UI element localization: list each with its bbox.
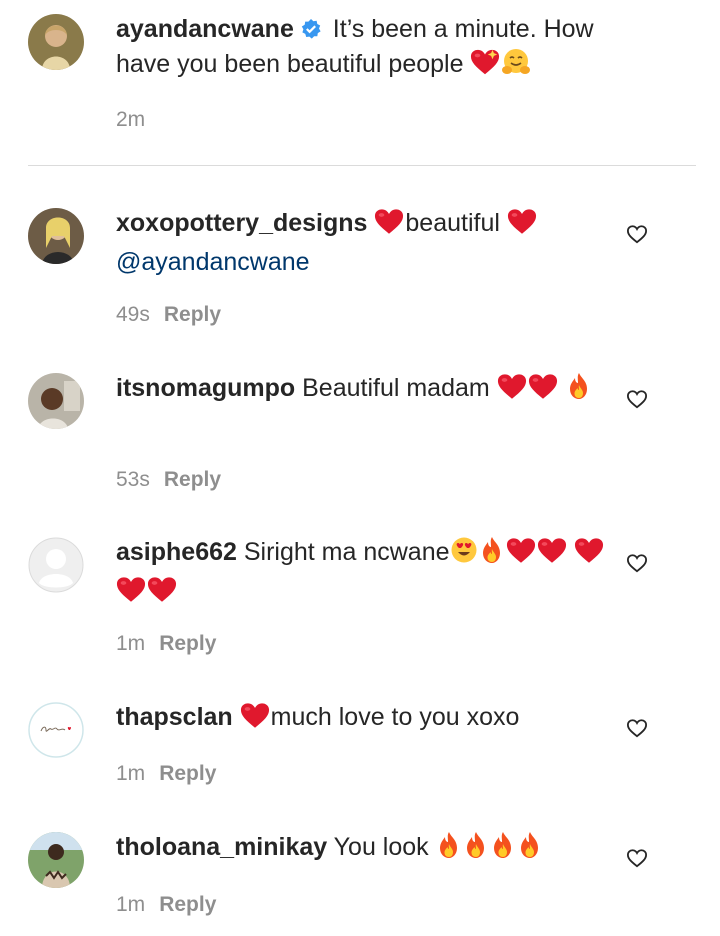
caption-meta: 2m: [116, 106, 145, 134]
default-avatar-icon: [28, 537, 84, 593]
avatar[interactable]: [28, 537, 84, 593]
comment-meta: 1m Reply: [116, 630, 216, 658]
avatar-image: [28, 208, 84, 264]
reply-button[interactable]: Reply: [164, 303, 221, 326]
caption-time: 2m: [116, 108, 146, 131]
mention-link[interactable]: @ayandancwane: [116, 248, 310, 276]
comment-body: Beautiful madam: [295, 374, 497, 402]
avatar-logo: [28, 702, 84, 758]
avatar-image: [28, 14, 84, 70]
comment-time: 1m: [116, 893, 146, 916]
comment-time: 1m: [116, 762, 146, 785]
fire-emoji: [436, 831, 462, 869]
caption-text: ayandancwane It’s been a minute. How hav…: [116, 12, 606, 86]
like-heart-outline-icon[interactable]: [626, 389, 648, 409]
red-heart-emoji: [506, 537, 536, 574]
comment-username[interactable]: itsnomagumpo: [116, 374, 295, 402]
like-heart-outline-icon[interactable]: [626, 718, 648, 738]
comment-username[interactable]: tholoana_minikay: [116, 833, 327, 861]
fire-emoji: [566, 372, 592, 410]
comment-username[interactable]: thapsclan: [116, 703, 233, 731]
red-heart-emoji: [240, 702, 270, 739]
comment-body: Siright ma ncwane: [236, 538, 450, 566]
comment-text: xoxopottery_designs beautiful @ayandancw…: [116, 206, 606, 280]
comment-username[interactable]: asiphe662: [116, 538, 237, 566]
comment-time: 1m: [116, 632, 146, 655]
caption-username[interactable]: ayandancwane: [116, 15, 294, 43]
red-heart-emoji: [497, 373, 527, 410]
fire-emoji: [517, 831, 543, 869]
avatar[interactable]: [28, 832, 84, 888]
comment-time: 53s: [116, 468, 150, 491]
red-heart-emoji: [507, 208, 537, 245]
reply-button[interactable]: Reply: [164, 468, 221, 491]
comment-text: itsnomagumpo Beautiful madam: [116, 371, 606, 410]
sparkling-heart-emoji: [470, 48, 500, 86]
comment-meta: 1m Reply: [116, 891, 216, 919]
red-heart-emoji: [116, 576, 146, 613]
avatar[interactable]: [28, 702, 84, 758]
comment-meta: 1m Reply: [116, 760, 216, 788]
comment-meta: 53s Reply: [116, 466, 221, 494]
avatar-image: [28, 373, 84, 429]
reply-button[interactable]: Reply: [159, 893, 216, 916]
comment-time: 49s: [116, 303, 150, 326]
like-heart-outline-icon[interactable]: [626, 224, 648, 244]
avatar[interactable]: [28, 373, 84, 429]
comment-body: much love to you xoxo: [270, 703, 520, 731]
fire-emoji: [463, 831, 489, 869]
red-heart-emoji: [574, 537, 604, 574]
reply-button[interactable]: Reply: [159, 762, 216, 785]
fire-emoji: [479, 536, 505, 574]
red-heart-emoji: [537, 537, 567, 574]
comment-text: thapsclan much love to you xoxo: [116, 700, 606, 739]
avatar-image: [28, 832, 84, 888]
comment-text: tholoana_minikay You look: [116, 830, 606, 869]
red-heart-emoji: [147, 576, 177, 613]
avatar[interactable]: [28, 14, 84, 70]
hugging-face-emoji: [501, 48, 531, 86]
reply-button[interactable]: Reply: [159, 632, 216, 655]
comment-meta: 49s Reply: [116, 301, 221, 329]
like-heart-outline-icon[interactable]: [626, 553, 648, 573]
fire-emoji: [490, 831, 516, 869]
red-heart-emoji: [528, 373, 558, 410]
like-heart-outline-icon[interactable]: [626, 848, 648, 868]
comment-text: asiphe662 Siright ma ncwane: [116, 535, 606, 613]
comment-body: You look: [327, 833, 436, 861]
verified-badge-icon: [301, 19, 321, 39]
red-heart-emoji: [374, 208, 404, 245]
comment-username[interactable]: xoxopottery_designs: [116, 209, 367, 237]
comment-body: beautiful: [405, 209, 507, 237]
avatar[interactable]: [28, 208, 84, 264]
heart-eyes-emoji: [450, 536, 478, 574]
divider: [28, 165, 696, 166]
